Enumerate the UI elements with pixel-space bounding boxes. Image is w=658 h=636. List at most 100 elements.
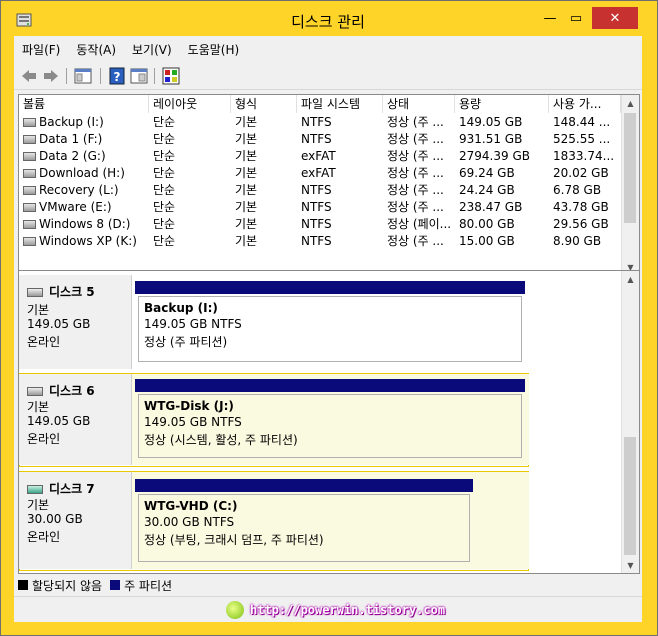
partition-size-fs: 30.00 GB NTFS [144, 515, 235, 529]
menu-file[interactable]: 파일(F) [14, 39, 68, 61]
column-header-capacity[interactable]: 용량 [455, 95, 549, 113]
disk-row-6[interactable]: 디스크 6 기본 149.05 GB 온라인 WTG-Disk (J:) 149… [19, 374, 529, 465]
cell-status: 정상 (페이... [387, 217, 452, 231]
scroll-up-arrow-icon[interactable]: ▲ [622, 95, 639, 111]
disk-info-6[interactable]: 디스크 6 기본 149.05 GB 온라인 [19, 374, 132, 465]
forward-arrow-icon[interactable] [42, 67, 60, 85]
help-icon[interactable]: ? [108, 67, 126, 85]
cell-layout: 단순 [153, 166, 176, 180]
properties-icon[interactable] [130, 67, 148, 85]
cell-type: 기본 [235, 200, 258, 214]
window-frame: 디스크 관리 — ▭ ✕ 파일(F) 동작(A) 보기(V) 도움말(H) ? … [0, 0, 658, 636]
cell-volume: VMware (E:) [19, 199, 153, 216]
disk-settings-icon[interactable] [162, 67, 180, 85]
partition-bar [135, 479, 473, 492]
disk-view-scrollbar[interactable]: ▲ ▼ [621, 271, 639, 573]
partition-backup[interactable]: Backup (I:) 149.05 GB NTFS 정상 (주 파티션) [135, 281, 525, 365]
cell-free-space: 1833.74... [553, 149, 615, 163]
cell-volume: Data 1 (F:) [19, 131, 153, 148]
scroll-up-arrow-icon[interactable]: ▲ [622, 271, 639, 287]
maximize-button[interactable]: ▭ [563, 7, 589, 29]
menu-view[interactable]: 보기(V) [124, 39, 180, 61]
table-row[interactable]: Download (H:) 단순 기본 exFAT 정상 (주 ... 69.24 GB 2… [19, 165, 621, 182]
column-header-status[interactable]: 상태 [383, 95, 455, 113]
disk-status: 온라인 [27, 335, 61, 349]
cell-type: 기본 [235, 115, 258, 129]
cell-status: 정상 (주 ... [387, 115, 444, 129]
cell-layout: 단순 [153, 132, 176, 146]
title-bar[interactable]: 디스크 관리 — ▭ ✕ [4, 4, 652, 36]
column-header-type[interactable]: 형식 [231, 95, 297, 113]
toolbar: ? [14, 63, 642, 90]
back-arrow-icon[interactable] [20, 67, 38, 85]
volume-icon [23, 237, 36, 246]
disk-label: 디스크 6 [49, 384, 95, 398]
table-row[interactable]: Data 1 (F:) 단순 기본 NTFS 정상 (주 ... 931.51 GB 525… [19, 131, 621, 148]
cell-layout: 단순 [153, 183, 176, 197]
cell-status: 정상 (주 ... [387, 234, 444, 248]
cell-filesystem: NTFS [301, 200, 332, 214]
scroll-thumb[interactable] [624, 437, 636, 555]
legend-primary-label: 주 파티션 [124, 578, 173, 593]
cell-type: 기본 [235, 183, 258, 197]
cell-capacity: 80.00 GB [459, 217, 515, 231]
cell-volume: Backup (I:) [19, 114, 153, 131]
partition-wtg-vhd[interactable]: WTG-VHD (C:) 30.00 GB NTFS 정상 (부팅, 크래시 덤… [135, 479, 473, 565]
cell-volume: Data 2 (G:) [19, 148, 153, 165]
disk-row-5[interactable]: 디스크 5 기본 149.05 GB 온라인 Backup (I:) 149.0… [19, 275, 529, 369]
close-button[interactable]: ✕ [592, 7, 638, 29]
disk-size: 149.05 GB [27, 414, 91, 428]
disk-type: 기본 [27, 498, 50, 512]
legend: 할당되지 않음 주 파티션 [18, 576, 172, 594]
column-header-filesystem[interactable]: 파일 시스템 [297, 95, 383, 113]
table-row[interactable]: VMware (E:) 단순 기본 NTFS 정상 (주 ... 238.47 GB 43.… [19, 199, 621, 216]
disk-info-7[interactable]: 디스크 7 기본 30.00 GB 온라인 [19, 472, 132, 569]
scroll-thumb[interactable] [624, 113, 636, 223]
disk-view: 디스크 5 기본 149.05 GB 온라인 Backup (I:) 149.0… [18, 270, 640, 574]
cell-capacity: 24.24 GB [459, 183, 515, 197]
disk-type: 기본 [27, 303, 50, 317]
console-tree-icon[interactable] [74, 67, 92, 85]
disk-name-6: 디스크 6 [27, 382, 95, 399]
cell-layout: 단순 [153, 217, 176, 231]
table-row[interactable]: Windows 8 (D:) 단순 기본 NTFS 정상 (페이... 80.00 GB 2… [19, 216, 621, 233]
partition-status: 정상 (시스템, 활성, 주 파티션) [144, 433, 298, 447]
menu-action[interactable]: 동작(A) [68, 39, 124, 61]
menu-help[interactable]: 도움말(H) [180, 39, 248, 61]
cell-filesystem: NTFS [301, 132, 332, 146]
cell-free-space: 43.78 GB [553, 200, 609, 214]
legend-unallocated-swatch [18, 580, 28, 590]
cell-free-space: 6.78 GB [553, 183, 602, 197]
legend-primary-swatch [110, 580, 121, 590]
menu-bar: 파일(F) 동작(A) 보기(V) 도움말(H) [14, 39, 247, 61]
volume-list-scrollbar[interactable]: ▲ ▼ [621, 95, 639, 275]
disk-info-5[interactable]: 디스크 5 기본 149.05 GB 온라인 [19, 275, 132, 369]
legend-unallocated-label: 할당되지 않음 [32, 578, 103, 593]
table-row[interactable]: Windows XP (K:) 단순 기본 NTFS 정상 (주 ... 15.00 GB… [19, 233, 621, 250]
volume-icon [23, 203, 36, 212]
toolbar-separator [66, 68, 67, 84]
volume-name: Windows 8 (D:) [39, 217, 131, 231]
cell-capacity: 238.47 GB [459, 200, 523, 214]
partition-status: 정상 (주 파티션) [144, 335, 228, 349]
partition-name: WTG-VHD (C:) [144, 499, 238, 513]
partition-bar [135, 379, 525, 392]
disk-size: 30.00 GB [27, 512, 83, 526]
scroll-down-arrow-icon[interactable]: ▼ [622, 557, 639, 573]
partition-wtg-disk[interactable]: WTG-Disk (J:) 149.05 GB NTFS 정상 (시스템, 활성… [135, 379, 525, 461]
table-row[interactable]: Recovery (L:) 단순 기본 NTFS 정상 (주 ... 24.24 GB 6.… [19, 182, 621, 199]
volume-name: Download (H:) [39, 166, 125, 180]
toolbar-separator [154, 68, 155, 84]
disk-label: 디스크 7 [49, 482, 95, 496]
cell-capacity: 2794.39 GB [459, 149, 530, 163]
table-row[interactable]: Data 2 (G:) 단순 기본 exFAT 정상 (주 ... 2794.39 GB 1… [19, 148, 621, 165]
minimize-button[interactable]: — [537, 7, 563, 29]
hard-disk-icon [27, 288, 43, 297]
cell-type: 기본 [235, 217, 258, 231]
column-header-layout[interactable]: 레이아웃 [149, 95, 231, 113]
disk-label: 디스크 5 [49, 285, 95, 299]
column-header-volume[interactable]: 볼륨 [19, 95, 149, 113]
column-header-free-space[interactable]: 사용 가... [549, 95, 621, 113]
disk-row-7[interactable]: 디스크 7 기본 30.00 GB 온라인 WTG-VHD (C:) 30.00… [19, 472, 529, 569]
table-row[interactable]: Backup (I:) 단순 기본 NTFS 정상 (주 ... 149.05 GB 148… [19, 114, 621, 131]
